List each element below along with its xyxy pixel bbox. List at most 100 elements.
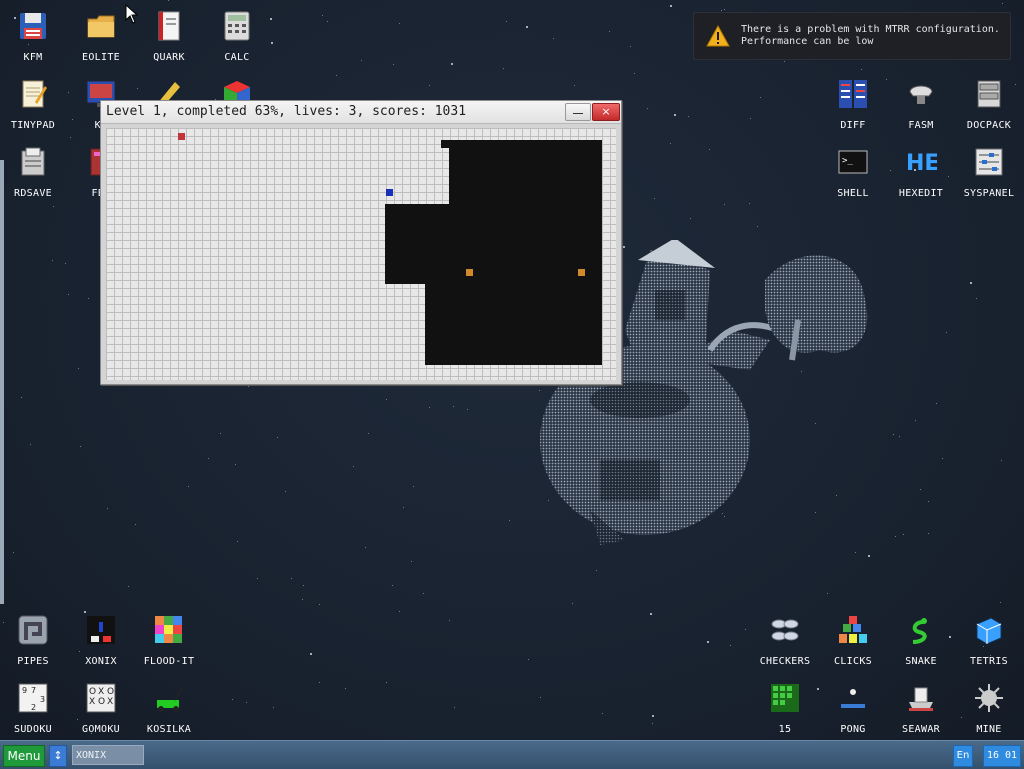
star	[319, 604, 320, 605]
star	[526, 26, 528, 28]
star	[895, 536, 896, 537]
desktop-icon-tetris[interactable]: TETRIS	[959, 614, 1019, 670]
switch-arrow-button[interactable]: ↕	[49, 745, 67, 767]
desktop-icon-rdsave[interactable]: RDSAVE	[3, 146, 63, 202]
star	[650, 613, 652, 615]
desktop-icon-xonix[interactable]: XONIX	[71, 614, 131, 670]
star	[345, 688, 346, 689]
desktop-icon-checkers[interactable]: CHECKERS	[755, 614, 815, 670]
star	[757, 226, 758, 227]
star	[970, 282, 972, 284]
star	[467, 409, 468, 410]
window-titlebar[interactable]: Level 1, completed 63%, lives: 3, scores…	[101, 101, 621, 124]
desktop-icon-kosilka[interactable]: KOSILKA	[139, 682, 199, 738]
star	[30, 444, 31, 445]
desktop-icon-docpack[interactable]: DOCPACK	[959, 78, 1019, 134]
mtrr-notification[interactable]: There is a problem with MTRR configurati…	[693, 12, 1011, 60]
desktop-icon-shell[interactable]: >_ SHELL	[823, 146, 883, 202]
seawar-icon	[909, 687, 933, 711]
star	[277, 437, 278, 438]
desktop-icon-kfm[interactable]: KFM	[3, 10, 63, 66]
star	[361, 60, 362, 61]
checkers-icon	[771, 619, 799, 641]
star	[310, 653, 312, 655]
clock[interactable]: 16 01	[983, 745, 1021, 767]
star	[13, 552, 14, 553]
desktop-icon-pong[interactable]: PONG	[823, 682, 883, 738]
star	[707, 641, 709, 643]
desktop-icon-15[interactable]: 15	[755, 682, 815, 738]
star	[393, 64, 394, 65]
star	[454, 707, 455, 708]
desktop-icon-mine[interactable]: MINE	[959, 682, 1019, 738]
desktop-icon-snake[interactable]: SNAKE	[891, 614, 951, 670]
window-title: Level 1, completed 63%, lives: 3, scores…	[106, 104, 467, 119]
language-indicator[interactable]: En	[953, 745, 973, 767]
star	[899, 436, 900, 437]
desktop-icon-label: FLOOD-IT	[143, 656, 195, 667]
desktop-icon-sudoku[interactable]: 9 7 3 2 SUDOKU	[3, 682, 63, 738]
xonix-window[interactable]: Level 1, completed 63%, lives: 3, scores…	[100, 100, 622, 385]
star	[647, 108, 648, 109]
xonix-game-board[interactable]	[106, 128, 616, 380]
minimize-button[interactable]	[565, 103, 591, 121]
star	[745, 629, 746, 630]
desktop-icon-seawar[interactable]: SEAWAR	[891, 682, 951, 738]
desktop-icon-label: DOCPACK	[966, 120, 1012, 131]
sudoku-icon: 9 732	[18, 683, 48, 713]
star	[392, 585, 393, 586]
star	[670, 5, 672, 7]
svg-text:O: O	[107, 687, 114, 697]
svg-text:X: X	[107, 697, 113, 707]
desktop-icon-flood-it[interactable]: FLOOD-IT	[139, 614, 199, 670]
desktop-icon-syspanel[interactable]: SYSPANEL	[959, 146, 1019, 202]
desktop: KFMEOLITEQUARKCALCTINYPADKFRDSAVEFB2 DIF…	[0, 0, 1024, 740]
taskbar-item-xonix[interactable]: XONIX	[72, 745, 144, 765]
star	[423, 593, 424, 594]
star	[928, 533, 929, 534]
star	[303, 585, 304, 586]
fasm-icon	[909, 85, 933, 104]
star	[285, 491, 286, 492]
star	[451, 63, 453, 65]
star	[928, 501, 929, 502]
desktop-icon-label: KOSILKA	[146, 724, 192, 735]
star	[449, 620, 450, 621]
star	[368, 433, 369, 434]
desktop-icon-hexedit[interactable]: HE HEXEDIT	[891, 146, 951, 202]
desktop-icon-clicks[interactable]: CLICKS	[823, 614, 883, 670]
star	[271, 42, 273, 44]
star	[920, 489, 921, 490]
desktop-icon-calc[interactable]: CALC	[207, 10, 267, 66]
svg-text:>_: >_	[842, 156, 853, 166]
diff-icon	[839, 80, 867, 108]
star	[68, 294, 69, 295]
desktop-icon-gomoku[interactable]: O X O X O X GOMOKU	[71, 682, 131, 738]
star	[399, 611, 400, 612]
star	[365, 547, 366, 548]
desktop-icon-pipes[interactable]: PIPES	[3, 614, 63, 670]
star	[208, 458, 209, 459]
star	[709, 149, 710, 150]
star	[553, 38, 554, 39]
desktop-icon-diff[interactable]: DIFF	[823, 78, 883, 134]
star	[386, 399, 387, 400]
mine-icon	[975, 684, 1003, 712]
star	[88, 298, 89, 299]
desktop-icon-tinypad[interactable]: TINYPAD	[3, 78, 63, 134]
star	[135, 524, 136, 525]
save-icon	[21, 147, 45, 176]
svg-text:7: 7	[31, 686, 36, 695]
enemy-ball	[578, 269, 585, 276]
menu-button[interactable]: Menu	[3, 745, 45, 767]
captured-area	[449, 140, 602, 365]
star	[602, 713, 603, 714]
star	[68, 92, 69, 93]
desktop-icon-eolite[interactable]: EOLITE	[71, 10, 131, 66]
star	[674, 114, 676, 116]
close-button[interactable]: ×	[592, 103, 620, 121]
desktop-icon-quark[interactable]: QUARK	[139, 10, 199, 66]
star	[596, 570, 597, 571]
star	[107, 508, 108, 509]
desktop-icon-fasm[interactable]: FASM	[891, 78, 951, 134]
